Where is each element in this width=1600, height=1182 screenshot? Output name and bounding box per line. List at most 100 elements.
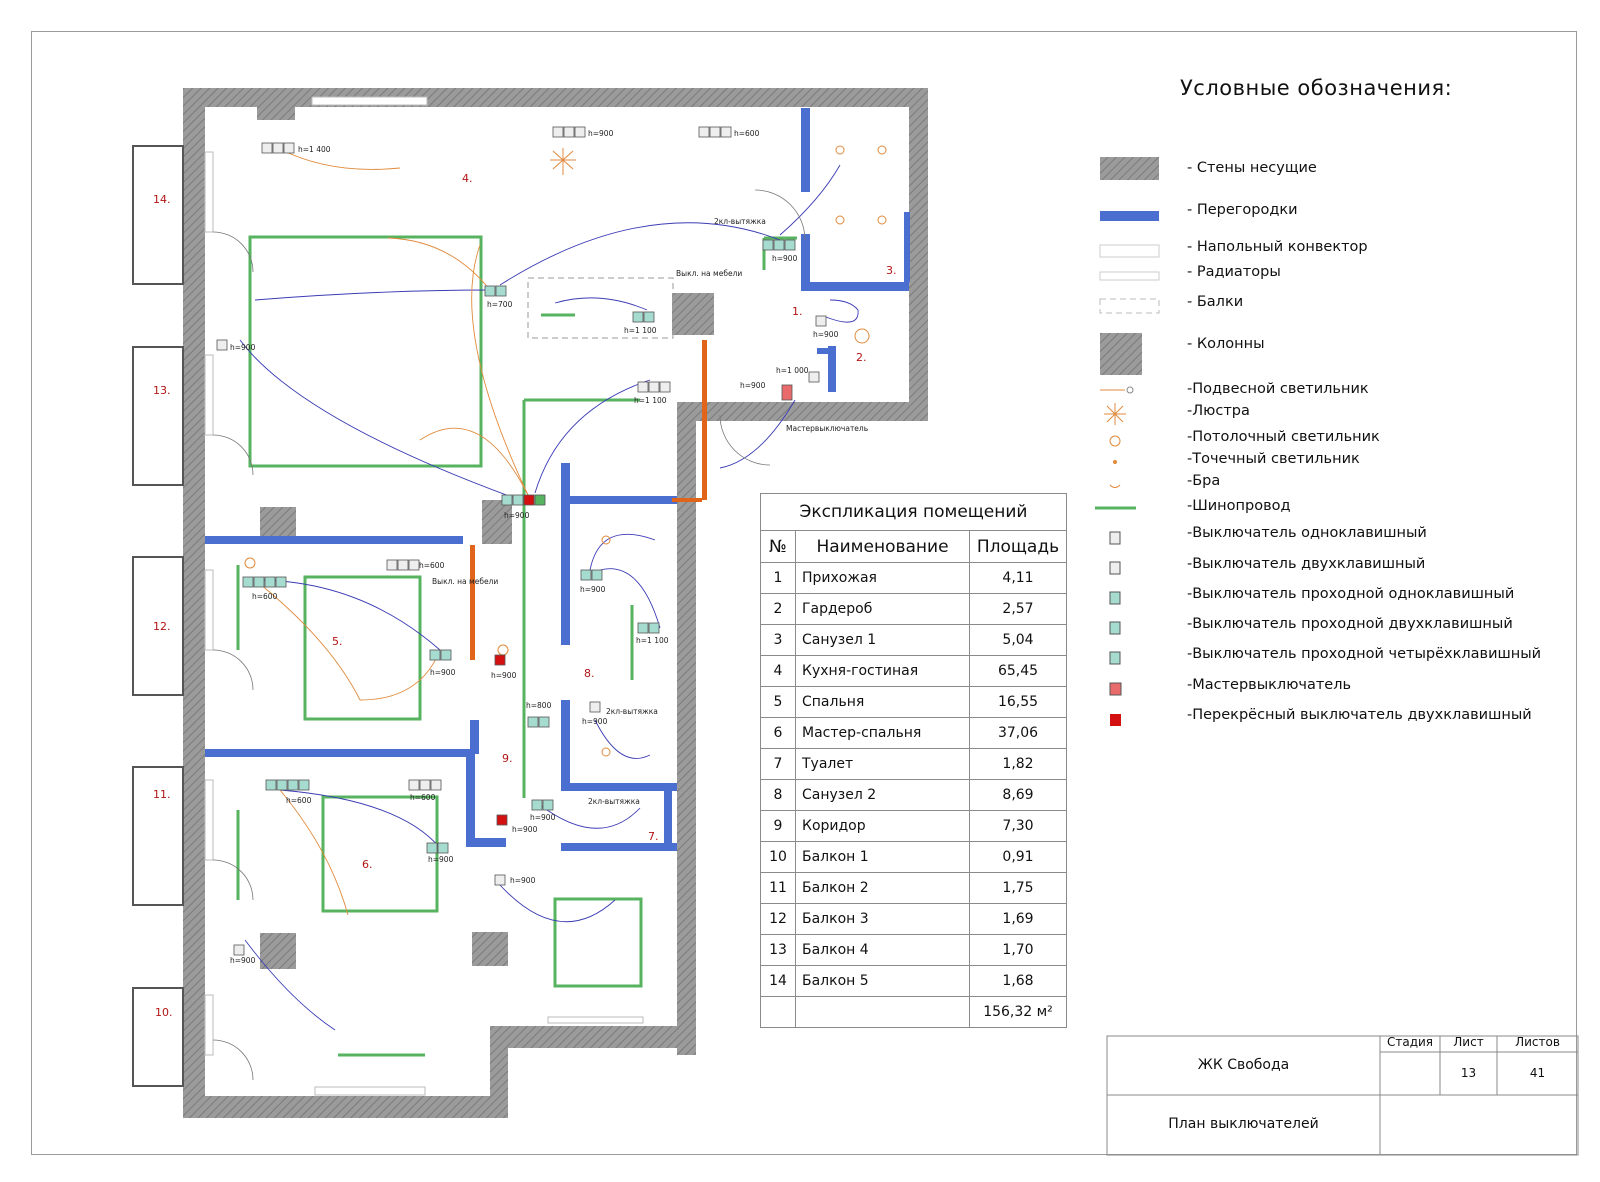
furniture-switch-note: Выкл. на мебели [676, 269, 742, 278]
room-number-cell: 5 [760, 686, 796, 718]
table-row: 5 Спальня 16,55 [760, 686, 1067, 718]
room-area-cell: 1,82 [969, 748, 1067, 780]
sheets-label: Листов [1515, 1035, 1560, 1049]
room-area-cell: 1,75 [969, 872, 1067, 904]
legend-item: - Напольный конвектор [1187, 239, 1368, 255]
room-name-cell: Гардероб [795, 593, 970, 625]
wall-lamp-icon [1109, 484, 1121, 488]
legend-item: -Выключатель одноклавишный [1187, 525, 1427, 541]
table-row: 9 Коридор 7,30 [760, 810, 1067, 842]
master-switch-icon [1109, 682, 1122, 696]
hatched-wall-swatch [1100, 157, 1159, 180]
room-name-cell: Спальня [795, 686, 970, 718]
room-number-cell: 14 [760, 965, 796, 997]
room-number-cell: 11 [760, 872, 796, 904]
room-number: 5. [332, 635, 343, 648]
room-area-cell: 4,11 [969, 562, 1067, 594]
room-area-cell: 1,70 [969, 934, 1067, 966]
room-number: 3. [886, 264, 897, 277]
height-label: h=900 [510, 876, 536, 885]
room-number: 6. [362, 858, 373, 871]
height-label: h=600 [734, 129, 760, 138]
height-label: h=700 [487, 300, 513, 309]
legend-swatches [1095, 157, 1160, 726]
room-area-cell: 16,55 [969, 686, 1067, 718]
height-label: h=900 [582, 717, 608, 726]
legend-item: -Выключатель двухклавишный [1187, 556, 1426, 572]
height-label: h=600 [252, 592, 278, 601]
room-name-cell: Балкон 5 [795, 965, 970, 997]
room-number-cell: 10 [760, 841, 796, 873]
room-name-cell: Балкон 1 [795, 841, 970, 873]
room-area-cell: 2,57 [969, 593, 1067, 625]
room-name-cell: Мастер-спальня [795, 717, 970, 749]
height-label: h=1 100 [624, 326, 657, 335]
legend-item: - Радиаторы [1187, 264, 1281, 280]
legend-item: -Выключатель проходной четырёхклавишный [1187, 646, 1542, 662]
pendant-lamp-icon [1100, 386, 1134, 394]
height-label: h=1 100 [634, 396, 667, 405]
room-number-cell: 9 [760, 810, 796, 842]
pass-quad-switch-icon [1109, 651, 1121, 665]
table-row: 7 Туалет 1,82 [760, 748, 1067, 780]
room-number-cell: 1 [760, 562, 796, 594]
legend-title: Условные обозначения: [1180, 76, 1453, 100]
col-header-number: № [760, 530, 796, 563]
legend-item: -Подвесной светильник [1187, 381, 1369, 397]
legend-item: -Люстра [1187, 403, 1250, 419]
sheets-total: 41 [1529, 1066, 1546, 1080]
legend-item: -Потолочный светильник [1187, 429, 1380, 445]
col-header-area: Площадь [969, 530, 1067, 563]
legend-item: -Перекрёсный выключатель двухклавишный [1187, 707, 1532, 723]
room-area-cell: 37,06 [969, 717, 1067, 749]
legend-item: - Колонны [1187, 336, 1265, 352]
height-label: h=900 [530, 813, 556, 822]
room-name-cell: Санузел 1 [795, 624, 970, 656]
room-area-cell: 5,04 [969, 624, 1067, 656]
table-row: 4 Кухня-гостиная 65,45 [760, 655, 1067, 687]
legend-item: - Балки [1187, 294, 1244, 310]
room-name-cell: Балкон 3 [795, 903, 970, 935]
room-area-cell: 65,45 [969, 655, 1067, 687]
kitchen-hood-note: 2кл-вытяжка [714, 217, 766, 226]
cross-switch-icon [1110, 714, 1121, 726]
legend-item: -Бра [1187, 473, 1221, 489]
room-name-cell: Прихожая [795, 562, 970, 594]
sheet-number: 13 [1460, 1066, 1477, 1080]
room-number: 2. [856, 351, 867, 364]
legend-item: -Выключатель проходной двухклавишный [1187, 616, 1513, 632]
col-header-name: Наименование [795, 530, 970, 563]
ceiling-lamp-icon [1109, 435, 1121, 447]
table-row: 6 Мастер-спальня 37,06 [760, 717, 1067, 749]
radiator-swatch [1099, 271, 1160, 281]
room-area-cell: 7,30 [969, 810, 1067, 842]
pass-double-switch-icon [1109, 621, 1121, 635]
table-row: 1 Прихожая 4,11 [760, 562, 1067, 594]
title-block: ЖК Свобода План выключателей Стадия Лист… [1107, 1035, 1578, 1155]
height-label: h=900 [740, 381, 766, 390]
spot-lamp-icon [1113, 460, 1117, 464]
room-name-cell: Санузел 2 [795, 779, 970, 811]
room-number: 9. [502, 752, 513, 765]
table-row: 10 Балкон 1 0,91 [760, 841, 1067, 873]
bath-hood-note: 2кл-вытяжка [606, 707, 658, 716]
blue-partition-swatch [1100, 211, 1159, 221]
height-label: h=900 [772, 254, 798, 263]
room-number: 1. [792, 305, 803, 318]
table-row: 11 Балкон 2 1,75 [760, 872, 1067, 904]
height-label: h=1 400 [298, 145, 331, 154]
table-row: 12 Балкон 3 1,69 [760, 903, 1067, 935]
height-label: h=600 [419, 561, 445, 570]
height-label: h=600 [410, 793, 436, 802]
room-number-cell: 6 [760, 717, 796, 749]
total-empty-cell [760, 996, 796, 1028]
legend-item: -Мастервыключатель [1187, 677, 1352, 693]
height-label: h=1 100 [636, 636, 669, 645]
room-number: 13. [153, 384, 171, 397]
chandelier-icon [550, 148, 576, 175]
chandelier-icon [1104, 403, 1126, 425]
sheet-label: Лист [1453, 1035, 1484, 1049]
legend-item: - Перегородки [1187, 202, 1298, 218]
legend-item: -Точечный светильник [1187, 451, 1360, 467]
total-area: 156,32 м² [969, 996, 1067, 1028]
